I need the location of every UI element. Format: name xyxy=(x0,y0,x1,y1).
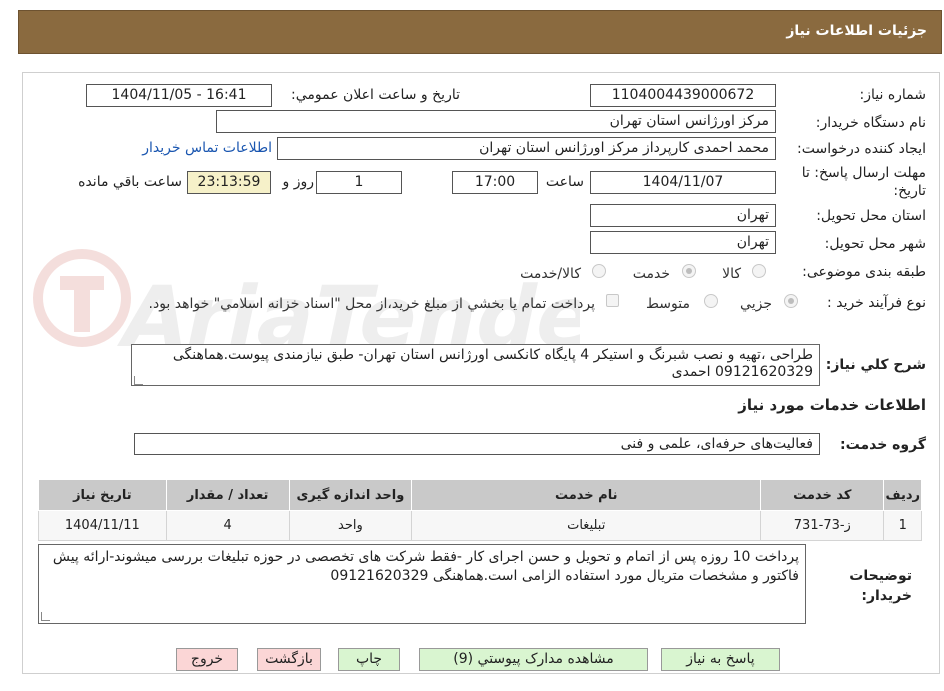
view-attachments-button[interactable]: مشاهده مدارک پيوستي (9) xyxy=(419,648,648,671)
days-label: روز و xyxy=(282,174,315,190)
col-quantity: تعداد / مقدار xyxy=(165,479,290,511)
cell-service-name: تبلیغات xyxy=(411,510,762,541)
services-table: رديف کد خدمت نام خدمت واحد اندازه گيری ت… xyxy=(38,479,922,541)
category-goods-label: کالا xyxy=(722,266,741,282)
buyer-notes-text: پرداخت 10 روزه پس از اتمام و تحویل و حسن… xyxy=(52,549,799,584)
city-label: شهر محل تحويل: xyxy=(824,236,926,252)
description-label: شرح کلي نياز: xyxy=(825,357,926,373)
province-field: تهران xyxy=(590,204,776,227)
cell-service-code: ز-73-731 xyxy=(760,510,885,541)
service-group-label: گروه خدمت: xyxy=(840,437,926,453)
deadline-time-label: ساعت xyxy=(545,174,584,190)
buyer-contact-link[interactable]: اطلاعات تماس خريدار xyxy=(142,140,272,156)
notes-resize-handle-icon[interactable] xyxy=(41,612,50,621)
deadline-date-field: 1404/11/07 xyxy=(590,171,776,194)
need-number-label: شماره نیاز: xyxy=(859,87,927,103)
col-need-date: تاريخ نياز xyxy=(38,479,167,511)
col-service-name: نام خدمت xyxy=(411,479,762,511)
page-title: جزئیات اطلاعات نیاز xyxy=(786,23,927,39)
category-service-label: خدمت xyxy=(632,266,670,282)
announce-field: 1404/11/05 - 16:41 xyxy=(86,84,272,107)
buyer-notes-label: توضيحات خريدار: xyxy=(849,568,912,604)
print-button[interactable]: چاپ xyxy=(338,648,400,671)
city-field: تهران xyxy=(590,231,776,254)
deadline-label-date: تاريخ: xyxy=(893,183,926,199)
cell-row-number: 1 xyxy=(883,510,922,541)
service-group-field: فعاليت‌های حرفه‌ای، علمی و فنی xyxy=(134,433,820,455)
exit-button[interactable]: خروج xyxy=(176,648,238,671)
buyer-org-field: مرکز اورژانس استان تهران xyxy=(216,110,776,133)
process-medium-label: متوسط xyxy=(646,296,690,312)
announce-label: تاریخ و ساعت اعلان عمومي: xyxy=(291,87,460,103)
category-service-radio[interactable] xyxy=(682,264,696,278)
deadline-time-field: 17:00 xyxy=(452,171,538,194)
table-row: 1 ز-73-731 تبلیغات واحد 4 1404/11/11 xyxy=(38,510,922,541)
category-both-radio[interactable] xyxy=(592,264,606,278)
treasury-payment-checkbox[interactable] xyxy=(606,294,619,307)
process-minor-label: جزيي xyxy=(740,296,772,312)
page-header: جزئیات اطلاعات نیاز xyxy=(18,10,942,54)
col-unit: واحد اندازه گيری xyxy=(288,479,413,511)
col-row-number: رديف xyxy=(883,479,922,511)
deadline-label: مهلت ارسال پاسخ: تا xyxy=(801,165,926,181)
creator-label: ايجاد کننده درخواست: xyxy=(797,141,926,157)
category-both-label: کالا/خدمت xyxy=(520,266,581,282)
cell-need-date: 1404/11/11 xyxy=(38,510,167,541)
services-section-title: اطلاعات خدمات مورد نياز xyxy=(738,396,926,414)
category-goods-radio[interactable] xyxy=(752,264,766,278)
description-textarea: طراحی ،تهیه و نصب شبرنگ و استیکر 4 پایگا… xyxy=(131,344,820,386)
table-header-row: رديف کد خدمت نام خدمت واحد اندازه گيری ت… xyxy=(38,479,922,511)
remaining-time-field: 23:13:59 xyxy=(187,171,271,194)
col-service-code: کد خدمت xyxy=(760,479,885,511)
days-field: 1 xyxy=(316,171,402,194)
resize-handle-icon[interactable] xyxy=(134,376,143,385)
buyer-notes-textarea: پرداخت 10 روزه پس از اتمام و تحویل و حسن… xyxy=(38,544,806,624)
process-minor-radio[interactable] xyxy=(784,294,798,308)
back-button[interactable]: بازگشت xyxy=(257,648,321,671)
description-text: طراحی ،تهیه و نصب شبرنگ و استیکر 4 پایگا… xyxy=(172,347,813,380)
province-label: استان محل تحويل: xyxy=(816,208,926,224)
process-medium-radio[interactable] xyxy=(704,294,718,308)
reply-button[interactable]: پاسخ به نياز xyxy=(661,648,780,671)
buyer-org-label: نام دستگاه خريدار: xyxy=(815,115,926,131)
creator-field: محمد احمدی کارپرداز مرکز اورژانس استان ت… xyxy=(277,137,776,160)
category-label: طبقه بندی موضوعی: xyxy=(802,264,926,280)
cell-unit: واحد xyxy=(288,510,413,541)
remaining-time-label: ساعت باقي مانده xyxy=(78,174,182,190)
process-type-label: نوع فرآيند خريد : xyxy=(827,295,926,311)
cell-quantity: 4 xyxy=(165,510,290,541)
need-number-field: 1104004439000672 xyxy=(590,84,776,107)
treasury-payment-note: پرداخت تمام يا بخشي از مبلغ خريد،از محل … xyxy=(148,296,595,312)
